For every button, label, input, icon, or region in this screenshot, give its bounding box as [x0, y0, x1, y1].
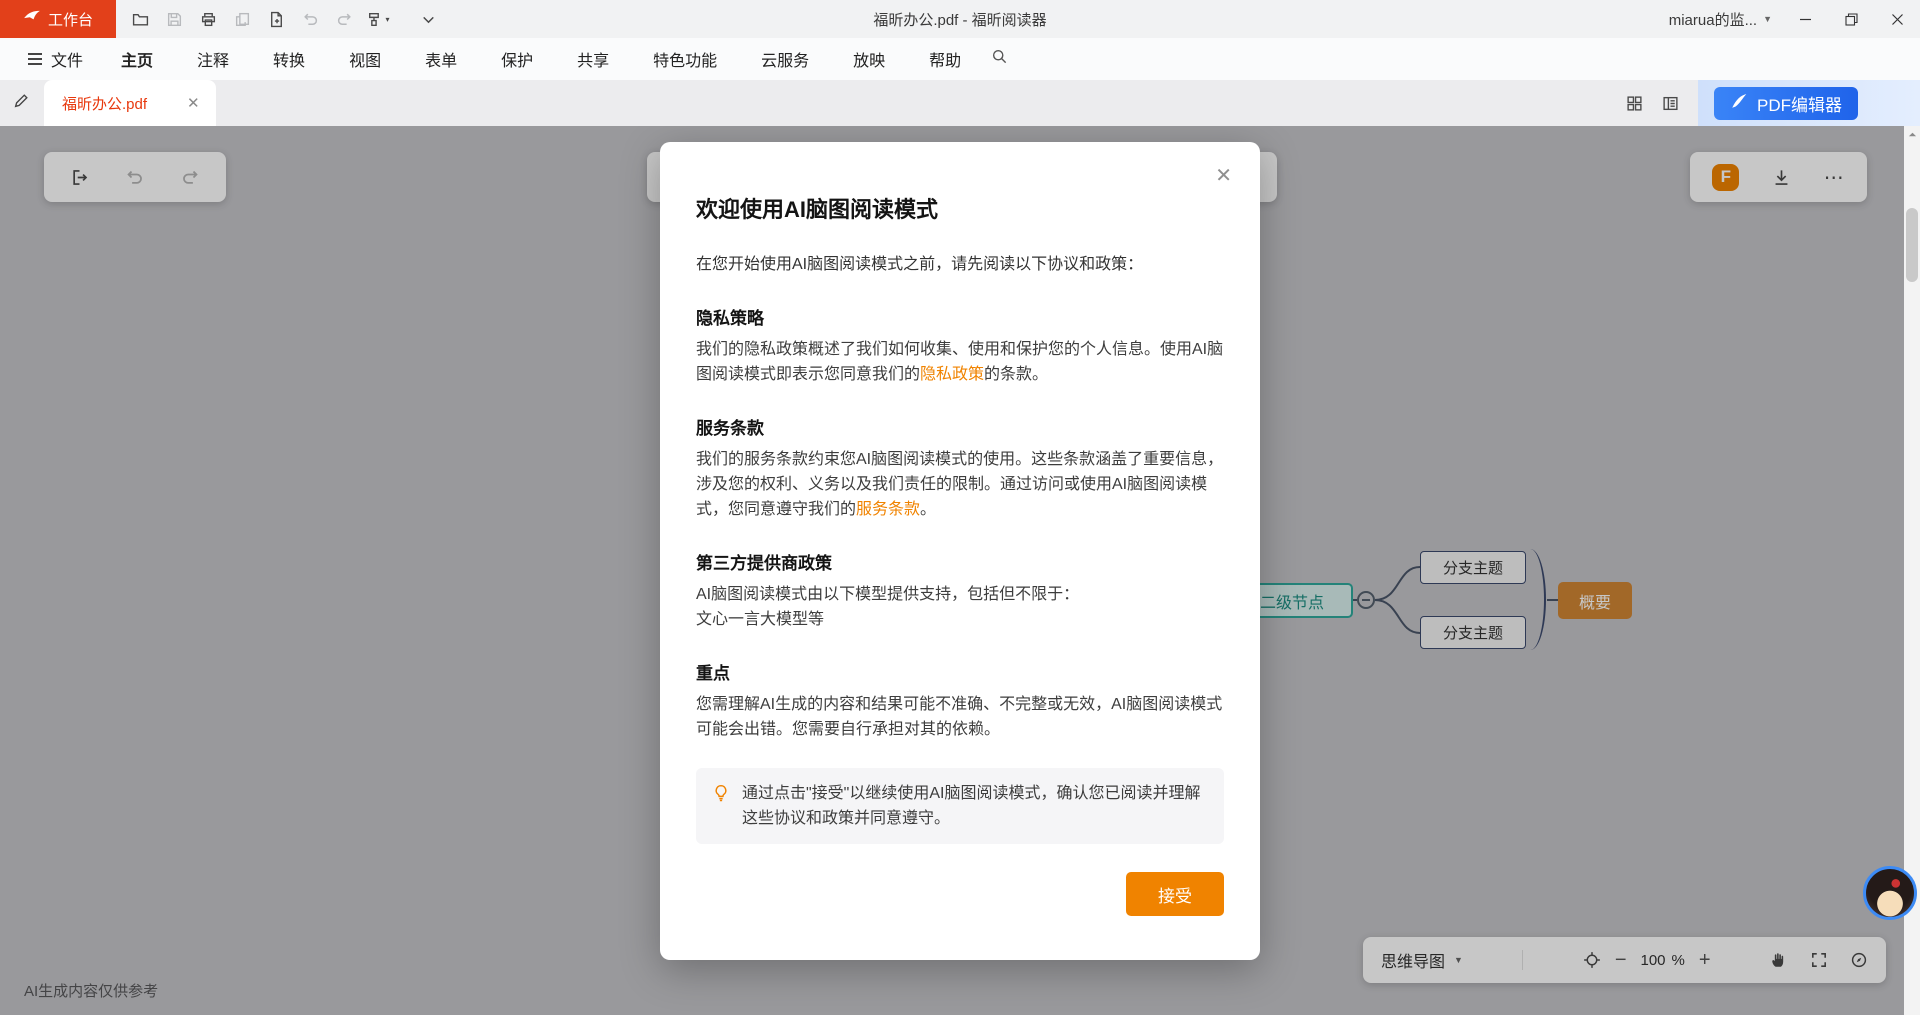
copy-page-button[interactable] [226, 4, 258, 34]
tab-close-icon[interactable]: ✕ [187, 96, 200, 111]
save-button[interactable] [158, 4, 190, 34]
quick-toolbar: ▾ [124, 4, 444, 34]
account-chevron-icon: ▼ [1763, 14, 1772, 24]
hamburger-icon [28, 53, 42, 65]
menu-form[interactable]: 表单 [403, 38, 479, 80]
annotate-pencil-button[interactable] [0, 92, 42, 114]
menu-protect[interactable]: 保护 [479, 38, 555, 80]
menu-share[interactable]: 共享 [555, 38, 631, 80]
account-label: miarua的监... [1669, 9, 1757, 30]
page-panel-button[interactable] [1652, 95, 1688, 112]
customize-toolbar-button[interactable] [412, 4, 444, 34]
titlebar: 工作台 [0, 0, 1920, 38]
pencil-icon [13, 92, 30, 114]
search-icon [991, 48, 1008, 70]
search-button[interactable] [991, 48, 1008, 70]
redo-button[interactable] [328, 4, 360, 34]
window-title: 福昕办公.pdf - 福昕阅读器 [873, 9, 1046, 30]
scroll-up-arrow-icon[interactable] [1904, 126, 1920, 142]
accept-tip-text: 通过点击"接受"以继续使用AI脑图阅读模式，确认您已阅读并理解这些协议和政策并同… [742, 781, 1208, 831]
privacy-policy-link[interactable]: 隐私政策 [920, 366, 984, 383]
tab-label: 福昕办公.pdf [62, 93, 147, 114]
pdf-editor-button[interactable]: PDF编辑器 [1714, 87, 1858, 120]
third-party-line1: AI脑图阅读模式由以下模型提供支持，包括但不限于： [696, 582, 1224, 607]
terms-text-before: 我们的服务条款约束您AI脑图阅读模式的使用。这些条款涵盖了重要信息，涉及您的权利… [696, 451, 1223, 518]
account-menu[interactable]: miarua的监... ▼ [1659, 0, 1782, 38]
terms-heading: 服务条款 [696, 414, 1224, 439]
pdf-editor-label: PDF编辑器 [1757, 91, 1842, 116]
workspace-button[interactable]: 工作台 [0, 0, 116, 38]
key-point-heading: 重点 [696, 659, 1224, 684]
third-party-line2: 文心一言大模型等 [696, 607, 1224, 632]
tabbar: 福昕办公.pdf ✕ PDF编辑器 [0, 80, 1920, 126]
thumbnail-grid-button[interactable] [1616, 95, 1652, 112]
undo-button[interactable] [294, 4, 326, 34]
menu-home[interactable]: 主页 [99, 38, 175, 80]
menu-file-label: 文件 [51, 47, 83, 71]
print-button[interactable] [192, 4, 224, 34]
dialog-close-icon[interactable]: ✕ [1215, 166, 1232, 186]
privacy-text-after: 的条款。 [984, 366, 1048, 383]
pdf-editor-area: PDF编辑器 [1698, 80, 1920, 126]
scrollbar-thumb[interactable] [1906, 208, 1918, 282]
document-canvas: F ⋯ 二级节点 分支主题 分支主题 概要 AI生成内容仅供参考 思维导图 ▼ [0, 126, 1920, 1015]
menu-comment[interactable]: 注释 [175, 38, 251, 80]
format-brush-button[interactable]: ▾ [362, 4, 394, 34]
privacy-paragraph: 我们的隐私政策概述了我们如何收集、使用和保护您的个人信息。使用AI脑图阅读模式即… [696, 337, 1224, 387]
menu-convert[interactable]: 转换 [251, 38, 327, 80]
ai-consent-dialog: ✕ 欢迎使用AI脑图阅读模式 在您开始使用AI脑图阅读模式之前，请先阅读以下协议… [660, 142, 1260, 960]
user-avatar[interactable] [1863, 866, 1917, 920]
menu-help[interactable]: 帮助 [907, 38, 983, 80]
dialog-intro: 在您开始使用AI脑图阅读模式之前，请先阅读以下协议和政策： [696, 252, 1224, 277]
menu-present[interactable]: 放映 [831, 38, 907, 80]
new-page-button[interactable] [260, 4, 292, 34]
terms-paragraph: 我们的服务条款约束您AI脑图阅读模式的使用。这些条款涵盖了重要信息，涉及您的权利… [696, 447, 1224, 522]
open-file-button[interactable] [124, 4, 156, 34]
restore-button[interactable] [1828, 0, 1874, 38]
accept-tip-box: 通过点击"接受"以继续使用AI脑图阅读模式，确认您已阅读并理解这些协议和政策并同… [696, 768, 1224, 844]
minimize-button[interactable] [1782, 0, 1828, 38]
workspace-label: 工作台 [48, 9, 93, 30]
menu-file[interactable]: 文件 [12, 38, 99, 80]
terms-link[interactable]: 服务条款 [856, 501, 920, 518]
quill-icon [1730, 92, 1748, 115]
format-brush-caret-icon: ▾ [385, 15, 389, 24]
menu-features[interactable]: 特色功能 [631, 38, 739, 80]
menubar: 文件 主页 注释 转换 视图 表单 保护 共享 特色功能 云服务 放映 帮助 [0, 38, 1920, 80]
terms-text-after: 。 [920, 501, 936, 518]
app-window: 工作台 [0, 0, 1920, 1015]
menu-cloud[interactable]: 云服务 [739, 38, 831, 80]
tabbar-right: PDF编辑器 [1616, 80, 1920, 126]
close-window-button[interactable] [1874, 0, 1920, 38]
dialog-title: 欢迎使用AI脑图阅读模式 [696, 192, 1224, 224]
foxit-logo-icon [23, 8, 41, 30]
accept-button[interactable]: 接受 [1126, 872, 1224, 916]
lightbulb-icon [712, 784, 730, 807]
document-tab[interactable]: 福昕办公.pdf ✕ [44, 80, 216, 126]
third-party-heading: 第三方提供商政策 [696, 549, 1224, 574]
privacy-heading: 隐私策略 [696, 304, 1224, 329]
key-point-paragraph: 您需理解AI生成的内容和结果可能不准确、不完整或无效，AI脑图阅读模式可能会出错… [696, 692, 1224, 742]
window-controls [1782, 0, 1920, 38]
menu-view[interactable]: 视图 [327, 38, 403, 80]
